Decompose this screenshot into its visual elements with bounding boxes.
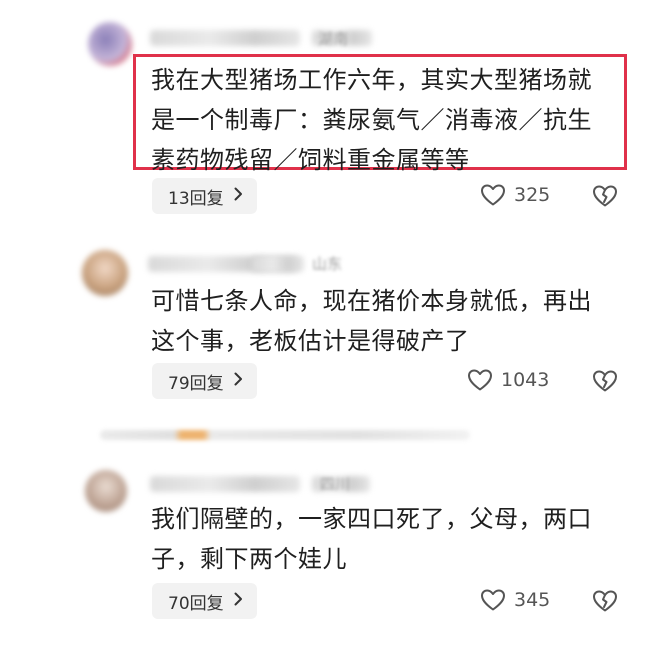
reply-count-label: 70回复 bbox=[168, 593, 224, 614]
like-count: 1043 bbox=[501, 369, 550, 391]
chevron-right-icon bbox=[234, 187, 243, 205]
meta-blurred bbox=[252, 256, 304, 272]
dislike-button[interactable] bbox=[592, 589, 618, 617]
avatar[interactable] bbox=[82, 250, 128, 296]
avatar[interactable] bbox=[85, 470, 127, 512]
location-label: 四川 bbox=[320, 475, 351, 493]
blurred-divider bbox=[100, 430, 470, 440]
reply-count-label: 79回复 bbox=[168, 373, 224, 394]
location-label: 湖南 bbox=[318, 30, 349, 48]
comment-text-line: 这个事，老板估计是得破产了 bbox=[151, 327, 470, 355]
like-button[interactable]: 325 bbox=[480, 183, 550, 207]
like-button[interactable]: 1043 bbox=[467, 368, 549, 392]
reply-button[interactable]: 13回复 bbox=[152, 178, 257, 214]
username-blurred bbox=[150, 30, 300, 46]
dislike-button[interactable] bbox=[592, 369, 618, 397]
comment-text: 可惜七条人命，现在猪价本身就低，再出 这个事，老板估计是得破产了 bbox=[151, 281, 631, 361]
heart-outline-icon bbox=[480, 588, 506, 612]
chevron-right-icon bbox=[234, 592, 243, 610]
comment-text: 我们隔壁的，一家四口死了，父母，两口 子，剩下两个娃儿 bbox=[151, 499, 631, 579]
comment-text-line: 我们隔壁的，一家四口死了，父母，两口 bbox=[151, 505, 592, 533]
broken-heart-icon bbox=[592, 590, 618, 617]
comment-text-line: 我在大型猪场工作六年，其实大型猪场就 bbox=[151, 66, 592, 94]
username-blurred bbox=[150, 476, 300, 492]
heart-outline-icon bbox=[467, 368, 493, 392]
comment-text: 我在大型猪场工作六年，其实大型猪场就 是一个制毒厂：粪尿氨气／消毒液／抗生 素药… bbox=[151, 60, 631, 180]
reply-button[interactable]: 79回复 bbox=[152, 363, 257, 399]
reply-count-label: 13回复 bbox=[168, 188, 224, 209]
dislike-button[interactable] bbox=[592, 184, 618, 212]
broken-heart-icon bbox=[592, 370, 618, 397]
heart-outline-icon bbox=[480, 183, 506, 207]
location-label: 山东 bbox=[312, 255, 343, 273]
comment-text-line: 可惜七条人命，现在猪价本身就低，再出 bbox=[151, 287, 592, 315]
like-button[interactable]: 345 bbox=[480, 588, 550, 612]
chevron-right-icon bbox=[234, 372, 243, 390]
comment-text-line: 子，剩下两个娃儿 bbox=[151, 545, 347, 573]
like-count: 345 bbox=[514, 589, 551, 611]
comment-text-line: 是一个制毒厂：粪尿氨气／消毒液／抗生 bbox=[151, 106, 592, 134]
comment-text-line: 素药物残留／饲料重金属等等 bbox=[151, 146, 470, 174]
avatar[interactable] bbox=[88, 22, 132, 66]
broken-heart-icon bbox=[592, 185, 618, 212]
like-count: 325 bbox=[514, 184, 551, 206]
reply-button[interactable]: 70回复 bbox=[152, 583, 257, 619]
